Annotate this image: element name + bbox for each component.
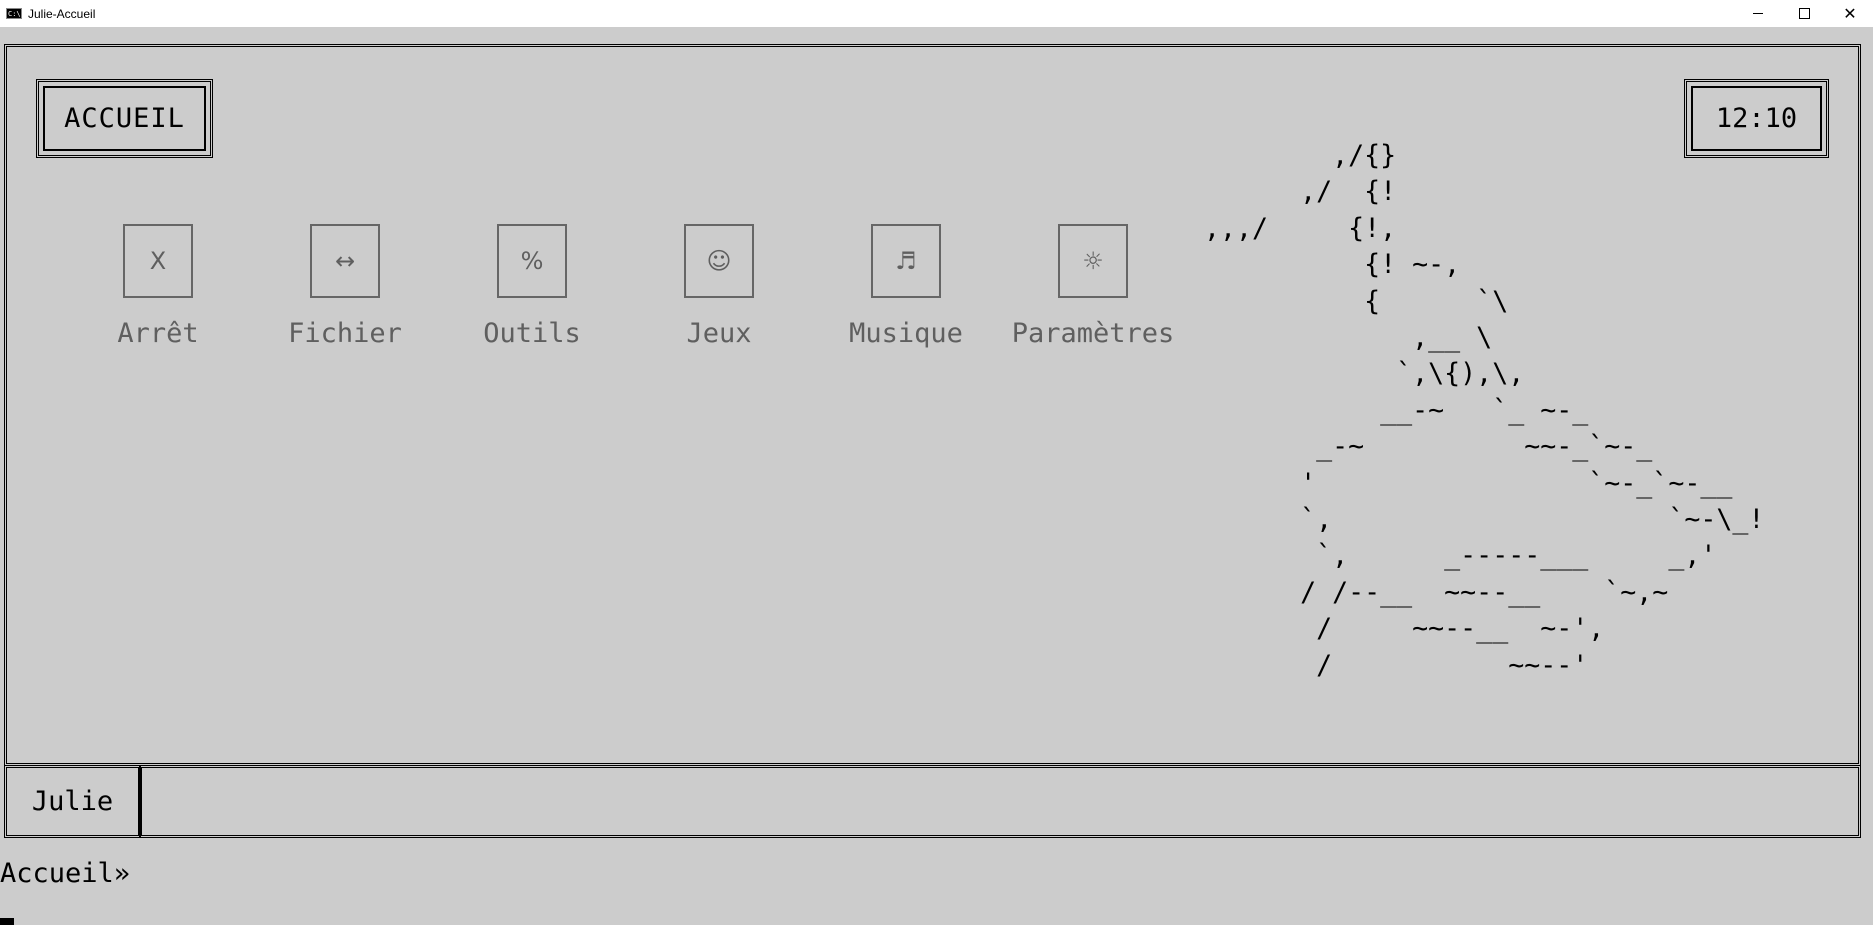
settings-sun-icon: ☼ xyxy=(1058,224,1128,298)
maximize-button[interactable] xyxy=(1781,0,1827,27)
menu-item-label: Musique xyxy=(849,318,963,349)
status-message-box xyxy=(139,765,1861,838)
menu-item-arret[interactable]: X Arrêt xyxy=(68,224,248,349)
grand-piano-ascii-art: ,/{} ,/ {! ,,,/ {!, {! ~-, { `\ ,__ \ `,… xyxy=(1204,140,1765,681)
menu-item-label: Paramètres xyxy=(1011,318,1175,349)
console-icon: C:\ xyxy=(6,8,22,19)
console-prompt[interactable]: Accueil» xyxy=(0,858,130,889)
menu-item-musique[interactable]: ♬ Musique xyxy=(816,224,996,349)
user-name: Julie xyxy=(31,786,114,817)
text-cursor xyxy=(0,918,14,925)
menu-item-jeux[interactable]: ☺ Jeux xyxy=(629,224,809,349)
clock: 12:10 xyxy=(1715,103,1798,134)
close-icon: ✕ xyxy=(1843,3,1857,23)
tools-icon: % xyxy=(497,224,567,298)
close-button[interactable]: ✕ xyxy=(1827,0,1873,27)
menu-item-label: Jeux xyxy=(686,318,752,349)
page-title: ACCUEIL xyxy=(64,103,185,134)
menu-item-label: Fichier xyxy=(288,318,402,349)
music-note-icon: ♬ xyxy=(871,224,941,298)
smiley-icon: ☺ xyxy=(684,224,754,298)
minimize-button[interactable] xyxy=(1735,0,1781,27)
window-controls: ✕ xyxy=(1735,0,1873,27)
menu-item-outils[interactable]: % Outils xyxy=(442,224,622,349)
minimize-icon xyxy=(1753,13,1763,14)
menu-item-parametres[interactable]: ☼ Paramètres xyxy=(1003,224,1183,349)
maximize-icon xyxy=(1798,8,1810,19)
window-title: Julie-Accueil xyxy=(28,6,96,21)
power-off-icon: X xyxy=(123,224,193,298)
menu-item-label: Outils xyxy=(483,318,581,349)
window-title-bar: C:\ Julie-Accueil ✕ xyxy=(0,0,1873,27)
page-title-box: ACCUEIL xyxy=(36,79,213,158)
menu-item-label: Arrêt xyxy=(117,318,199,349)
file-transfer-icon: ↔ xyxy=(310,224,380,298)
menu-item-fichier[interactable]: ↔ Fichier xyxy=(255,224,435,349)
